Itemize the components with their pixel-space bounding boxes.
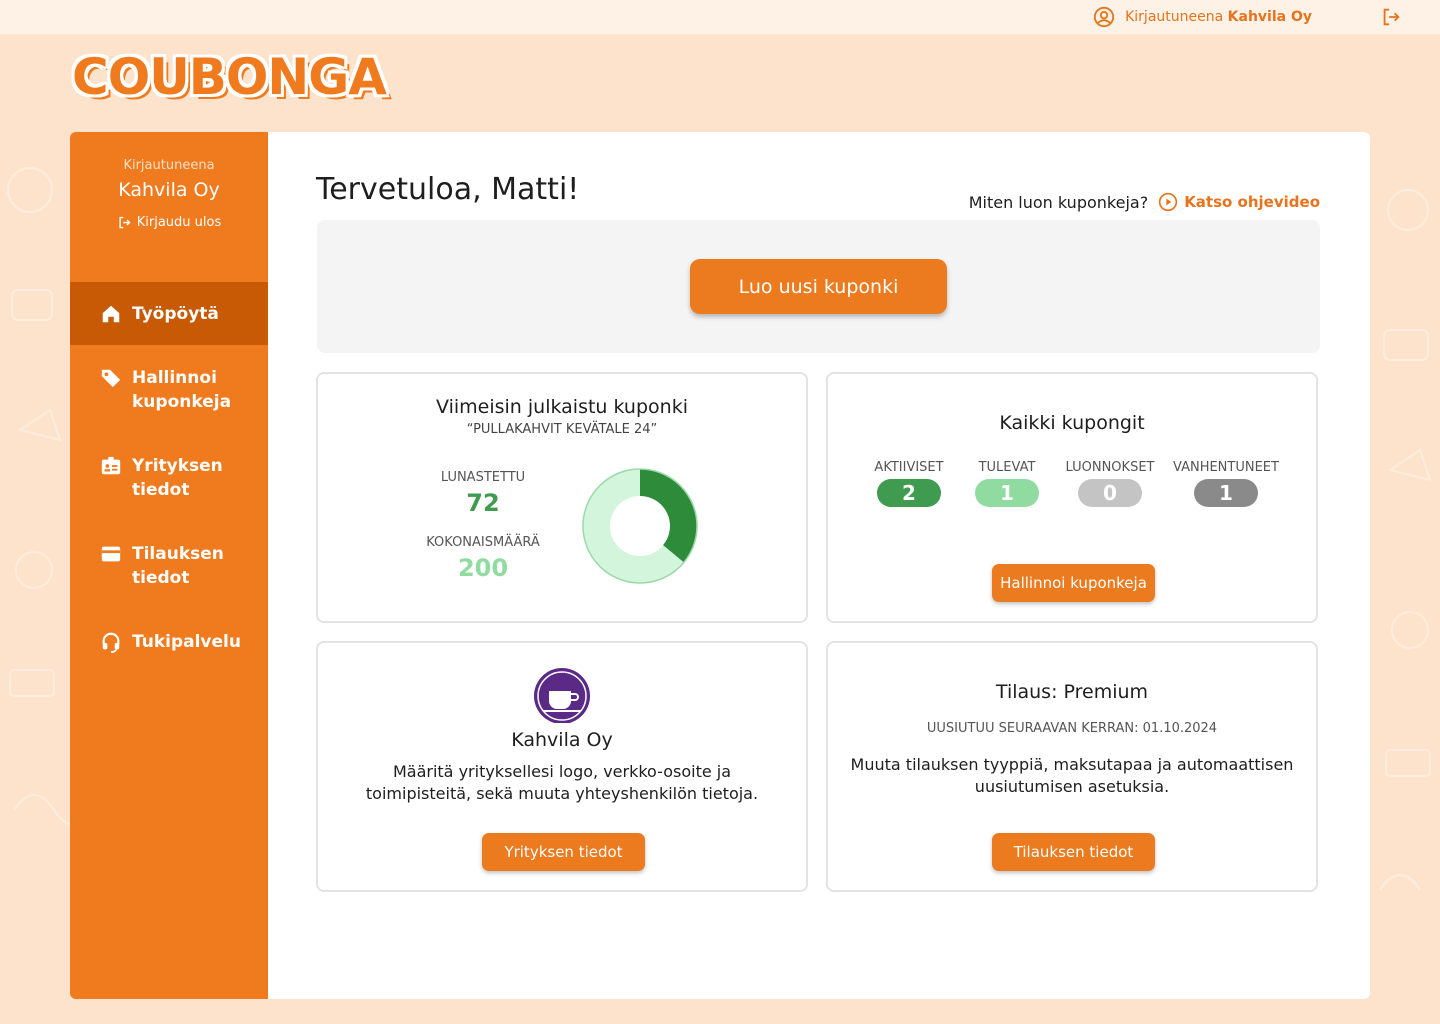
sidebar-logged-in-label: Kirjautuneena	[123, 158, 215, 173]
credit-card-icon	[101, 546, 121, 562]
status-expired[interactable]: VANHENTUNEET 1	[1168, 460, 1284, 507]
sidebar-item-support[interactable]: Tukipalvelu	[70, 630, 268, 654]
status-badge: 0	[1078, 479, 1142, 507]
company-description-line: Määritä yrityksellesi logo, verkko-osoit…	[392, 762, 732, 781]
help-row: Miten luon kuponkeja? Katso ohjevideo	[969, 192, 1320, 212]
status-active[interactable]: AKTIIVISET 2	[864, 460, 954, 507]
sidebar-item-manage-coupons[interactable]: Hallinnoi kuponkeja	[70, 366, 268, 414]
logged-in-user: Kirjautuneena Kahvila Oy	[1093, 6, 1312, 28]
status-label: VANHENTUNEET	[1173, 460, 1279, 475]
create-coupon-button[interactable]: Luo uusi kuponki	[690, 259, 947, 314]
main-content: Tervetuloa, Matti! Miten luon kuponkeja?…	[268, 132, 1370, 999]
latest-coupon-card: Viimeisin julkaistu kuponki “PULLAKAHVIT…	[316, 372, 808, 623]
subscription-description-line: Muuta tilauksen tyyppiä, maksutapaa ja a…	[850, 755, 1294, 774]
company-card: Kahvila Oy Määritä yrityksellesi logo, v…	[316, 641, 808, 892]
play-circle-icon	[1159, 192, 1178, 212]
status-badge: 1	[1194, 479, 1258, 507]
coubonga-logo[interactable]: COUBONGA	[72, 48, 387, 108]
latest-coupon-title: Viimeisin julkaistu kuponki	[436, 396, 688, 418]
sidebar-item-company-info[interactable]: Yrityksen tiedot	[70, 454, 268, 502]
company-name: Kahvila Oy	[511, 729, 613, 751]
status-label: TULEVAT	[978, 460, 1036, 475]
help-video-label: Katso ohjevideo	[1184, 193, 1320, 211]
status-drafts[interactable]: LUONNOKSET 0	[1060, 460, 1160, 507]
logged-in-company: Kahvila Oy	[1227, 9, 1312, 25]
logout-icon	[119, 216, 131, 229]
all-coupons-title: Kaikki kupongit	[999, 412, 1145, 434]
subscription-card: Tilaus: Premium UUSIUTUU SEURAAVAN KERRA…	[826, 641, 1318, 892]
total-value: 200	[457, 554, 509, 582]
sidebar-company-name: Kahvila Oy	[118, 179, 220, 201]
coupon-status-row: AKTIIVISET 2 TULEVAT 1 LUONNOKSET 0 VANH…	[864, 460, 1284, 507]
all-coupons-card: Kaikki kupongit AKTIIVISET 2 TULEVAT 1 L…	[826, 372, 1318, 623]
status-label: LUONNOKSET	[1065, 460, 1155, 475]
sidebar-logout-link[interactable]: Kirjaudu ulos	[117, 215, 222, 230]
total-label: KOKONAISMÄÄRÄ	[426, 535, 540, 550]
manage-coupons-button[interactable]: Hallinnoi kuponkeja	[992, 564, 1155, 602]
subscription-title: Tilaus: Premium	[995, 681, 1149, 703]
sidebar-item-label: Työpöytä	[132, 303, 219, 324]
sidebar-item-label: Tukipalvelu	[132, 632, 241, 652]
company-description: Määritä yrityksellesi logo, verkko-osoit…	[318, 761, 806, 805]
status-badge: 1	[975, 479, 1039, 507]
sidebar-item-label: Tilauksen tiedot	[132, 544, 224, 588]
home-icon	[102, 305, 120, 323]
subscription-renewal: UUSIUTUU SEURAAVAN KERRAN: 01.10.2024	[926, 721, 1218, 736]
sidebar-item-dashboard[interactable]: Työpöytä	[70, 282, 268, 345]
headset-icon	[102, 632, 120, 653]
help-video-link[interactable]: Katso ohjevideo	[1158, 192, 1320, 212]
status-badge: 2	[877, 479, 941, 507]
latest-coupon-name: “PULLAKAHVIT KEVÄTALE 24”	[466, 422, 658, 437]
redeemed-donut-chart	[582, 468, 698, 584]
subscription-description: Muuta tilauksen tyyppiä, maksutapaa ja a…	[828, 754, 1316, 798]
sidebar-logout-label: Kirjaudu ulos	[136, 215, 222, 230]
status-upcoming[interactable]: TULEVAT 1	[962, 460, 1052, 507]
company-description-line: toimipisteitä, sekä muuta yhteyshenkilön…	[365, 784, 759, 803]
donut-redeemed-slice	[640, 469, 697, 563]
sidebar-user: Kirjautuneena Kahvila Oy Kirjaudu ulos	[70, 132, 268, 234]
redeemed-value: 72	[466, 489, 500, 517]
coffee-cup-logo-icon	[534, 668, 590, 724]
help-question: Miten luon kuponkeja?	[968, 192, 1149, 212]
id-card-icon	[101, 456, 121, 475]
sidebar-item-label: Hallinnoi kuponkeja	[132, 368, 232, 412]
logged-in-prefix: Kirjautuneena	[1125, 9, 1224, 25]
sidebar-nav: Työpöytä Hallinnoi kuponkeja Yrityksen t…	[70, 282, 268, 654]
sidebar-item-subscription-info[interactable]: Tilauksen tiedot	[70, 542, 268, 590]
create-coupon-panel: Luo uusi kuponki	[317, 220, 1320, 353]
tag-icon	[101, 369, 121, 388]
sidebar: Kirjautuneena Kahvila Oy Kirjaudu ulos T…	[70, 132, 268, 999]
latest-coupon-stats: LUNASTETTU 72 KOKONAISMÄÄRÄ 200	[378, 470, 588, 582]
company-info-button[interactable]: Yrityksen tiedot	[482, 833, 645, 871]
redeemed-label: LUNASTETTU	[440, 470, 526, 485]
sidebar-item-label: Yrityksen tiedot	[132, 456, 223, 500]
status-label: AKTIIVISET	[874, 460, 944, 475]
subscription-description-line: uusiutumisen asetuksia.	[974, 777, 1170, 796]
subscription-info-button[interactable]: Tilauksen tiedot	[992, 833, 1155, 871]
page-title: Tervetuloa, Matti!	[316, 172, 580, 207]
top-bar: Kirjautuneena Kahvila Oy	[0, 0, 1440, 34]
user-circle-icon	[1094, 6, 1115, 28]
logout-icon[interactable]	[1380, 6, 1402, 28]
